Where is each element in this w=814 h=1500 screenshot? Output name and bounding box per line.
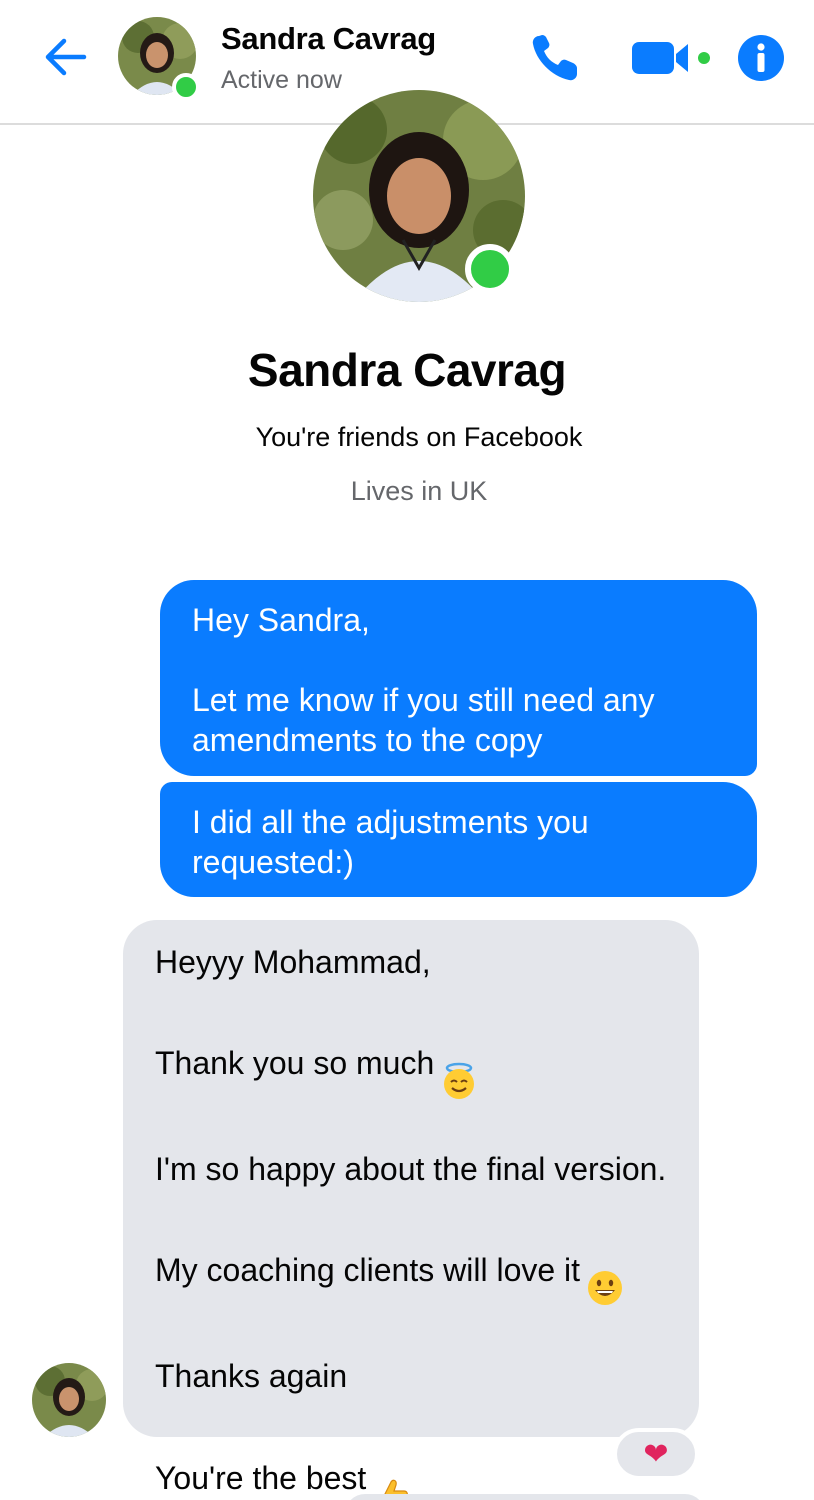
message-text: I'm so happy about the final version.: [155, 1151, 667, 1187]
online-indicator: [172, 73, 200, 101]
message-reaction[interactable]: ❤: [613, 1428, 699, 1480]
profile-location: Lives in UK: [350, 476, 488, 506]
back-arrow-icon: [45, 38, 87, 76]
incoming-message-partial: [345, 1494, 705, 1500]
back-button[interactable]: [38, 30, 92, 84]
message-text: My coaching clients will love it: [155, 1251, 581, 1288]
profile-name: Sandra Cavrag: [247, 344, 567, 396]
message-text: Heyyy Mohammad,: [155, 944, 431, 980]
message-text: Hey Sandra,: [192, 602, 370, 638]
sender-avatar[interactable]: [32, 1363, 106, 1437]
heart-icon: ❤: [643, 1437, 669, 1471]
info-icon: [738, 35, 784, 81]
message-text: I did all the adjustments you requested:…: [192, 804, 589, 880]
outgoing-message[interactable]: Hey Sandra, Let me know if you still nee…: [160, 580, 757, 776]
message-text: Thank you so much: [155, 1044, 435, 1081]
message-text: Let me know if you still need any amendm…: [192, 682, 655, 758]
friendship-status: You're friends on Facebook: [255, 422, 583, 452]
message-text: Thanks again: [155, 1358, 348, 1394]
video-camera-icon: [632, 42, 710, 74]
profile-avatar[interactable]: [313, 90, 525, 302]
voice-call-button[interactable]: [525, 28, 585, 88]
outgoing-message[interactable]: I did all the adjustments you requested:…: [160, 782, 757, 897]
contact-name[interactable]: Sandra Cavrag: [221, 21, 436, 57]
contact-avatar[interactable]: [118, 17, 200, 101]
message-text: You're the best: [155, 1459, 367, 1496]
smiling-face-with-halo-icon: [440, 1022, 478, 1109]
video-call-button[interactable]: [628, 34, 716, 82]
phone-icon: [532, 35, 577, 81]
online-indicator: [465, 244, 515, 294]
conversation-info-button[interactable]: [736, 33, 786, 83]
incoming-message[interactable]: Heyyy Mohammad, Thank you so much I'm so…: [123, 920, 699, 1500]
active-status: Active now: [221, 66, 342, 94]
grinning-face-icon: [586, 1229, 624, 1316]
thumbs-up-icon: [372, 1436, 410, 1500]
